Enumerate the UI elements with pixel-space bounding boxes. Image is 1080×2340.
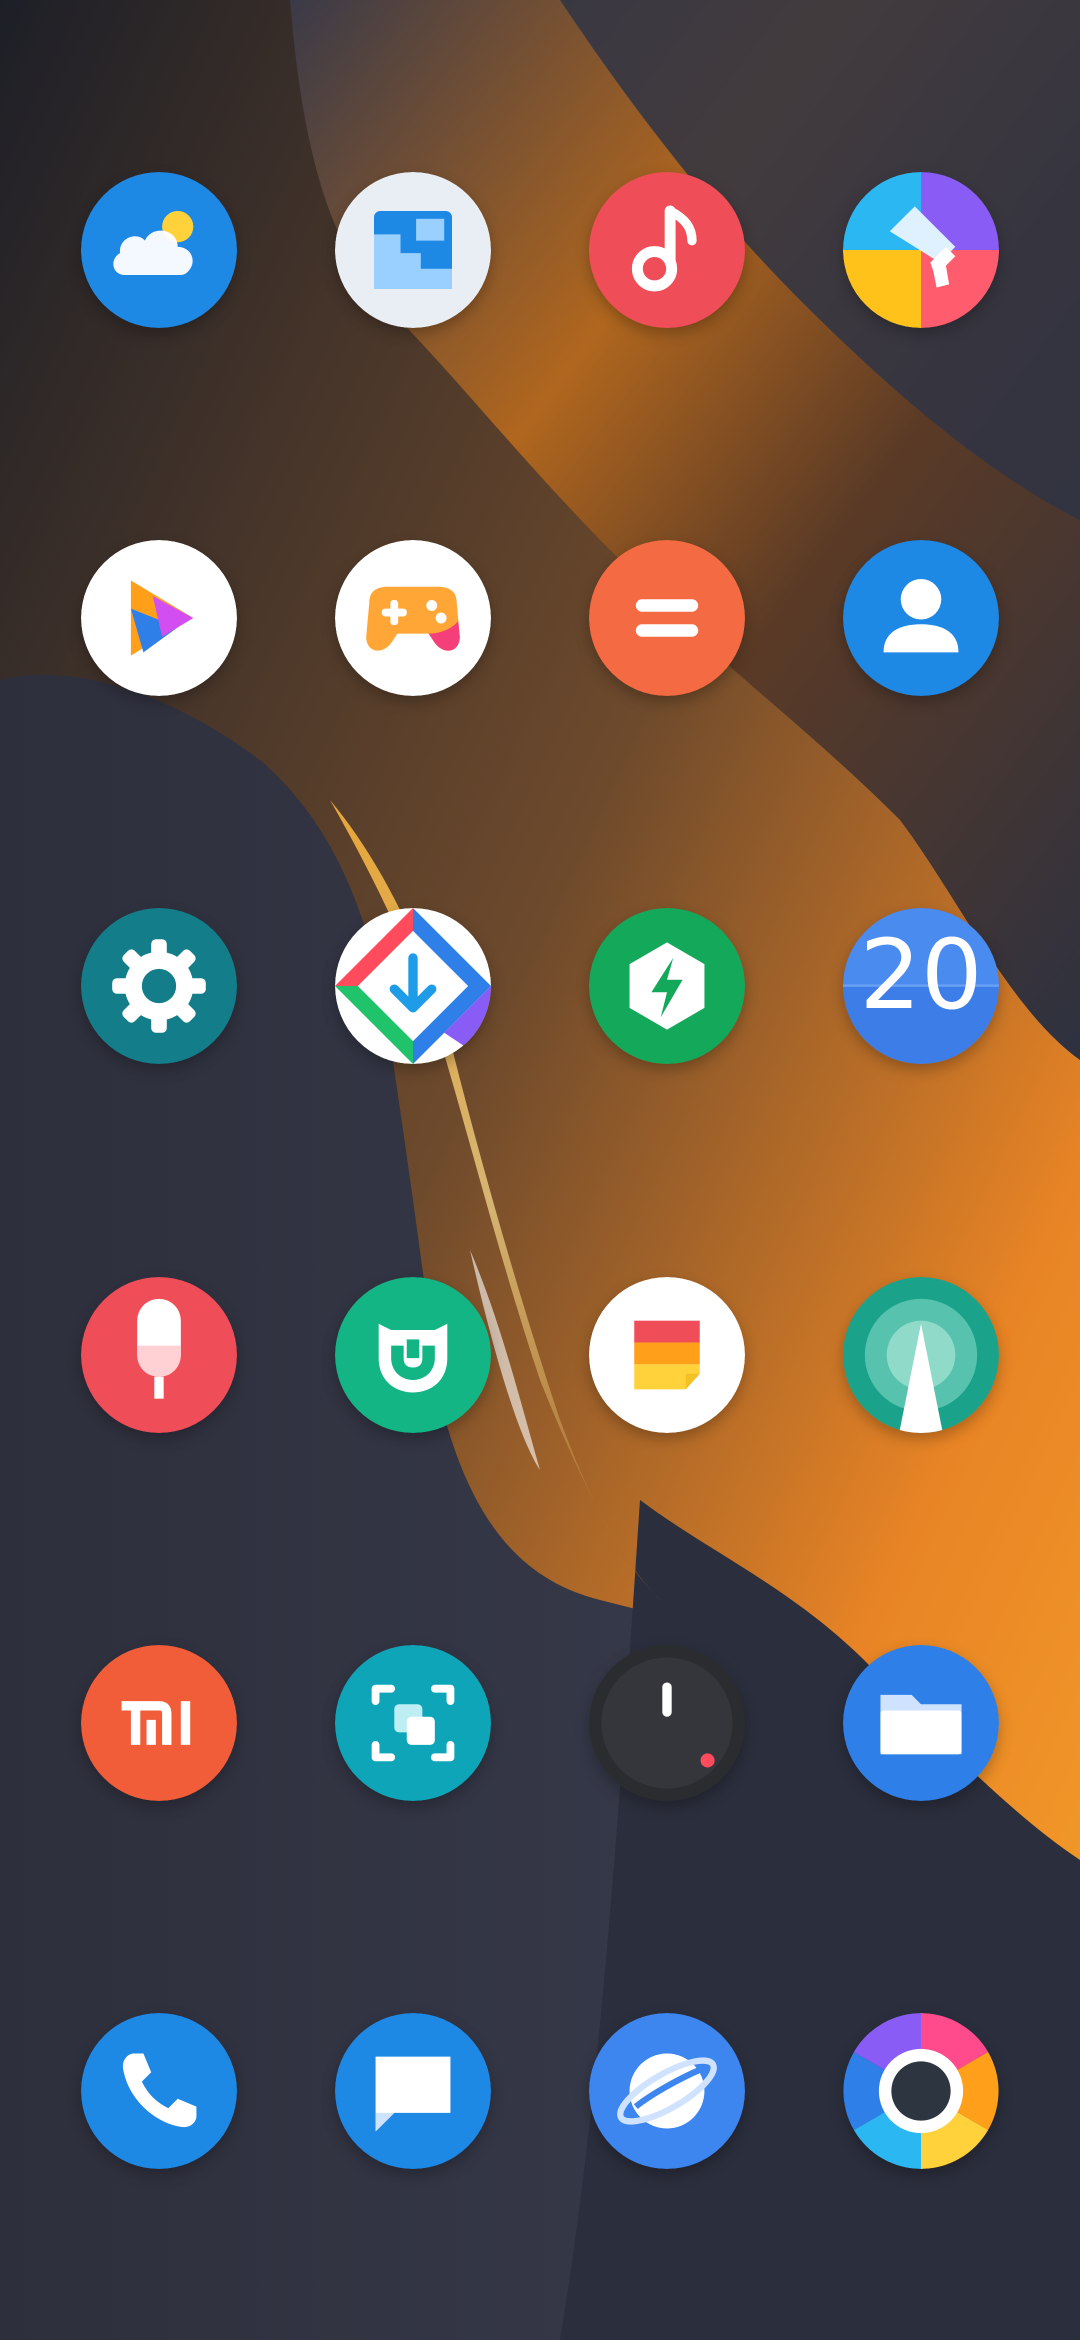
mi-community-icon[interactable]: [81, 1645, 237, 1801]
app-grid: 20: [0, 0, 1080, 2340]
screen-scanner-icon[interactable]: [335, 1645, 491, 1801]
clock-icon[interactable]: [589, 1645, 745, 1801]
camera-icon[interactable]: [843, 2013, 999, 2169]
notes-icon[interactable]: [589, 1277, 745, 1433]
music-icon[interactable]: [589, 172, 745, 328]
voice-recorder-icon[interactable]: [81, 1277, 237, 1433]
mi-home-icon[interactable]: [335, 1277, 491, 1433]
security-icon[interactable]: [589, 908, 745, 1064]
compass-icon[interactable]: [843, 1277, 999, 1433]
app-downloader-icon[interactable]: [335, 908, 491, 1064]
calendar-date: 20: [859, 918, 982, 1031]
gallery-icon[interactable]: [335, 172, 491, 328]
themes-icon[interactable]: [843, 172, 999, 328]
calculator-icon[interactable]: [589, 540, 745, 696]
calendar-icon[interactable]: 20: [843, 908, 999, 1064]
messages-icon[interactable]: [335, 2013, 491, 2169]
contacts-icon[interactable]: [843, 540, 999, 696]
settings-icon[interactable]: [81, 908, 237, 1064]
game-center-icon[interactable]: [335, 540, 491, 696]
phone-icon[interactable]: [81, 2013, 237, 2169]
file-manager-icon[interactable]: [843, 1645, 999, 1801]
video-player-icon[interactable]: [81, 540, 237, 696]
browser-icon[interactable]: [589, 2013, 745, 2169]
weather-icon[interactable]: [81, 172, 237, 328]
